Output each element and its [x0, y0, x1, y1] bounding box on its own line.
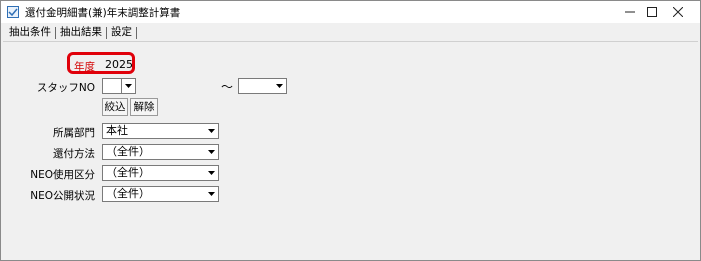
neo-usage-label: NEO使用区分 — [30, 169, 95, 181]
department-value: 本社 — [106, 124, 128, 137]
neo-public-label: NEO公開状況 — [30, 190, 95, 202]
tab-divider — [136, 26, 137, 39]
payment-method-label: 還付方法 — [53, 148, 95, 160]
document-app-icon — [7, 6, 19, 18]
chevron-down-icon[interactable] — [205, 146, 217, 158]
neo-usage-value: （全件） — [106, 166, 150, 179]
staff-no-to-combo[interactable] — [238, 78, 287, 94]
payment-method-value: （全件） — [106, 145, 150, 158]
chevron-down-icon[interactable] — [205, 167, 217, 179]
title-bar: 還付金明細書(兼)年末調整計算書 — [1, 1, 700, 23]
range-separator: ～ — [221, 80, 234, 94]
clear-button[interactable]: 解除 — [130, 98, 158, 116]
close-icon — [673, 7, 683, 17]
chevron-down-icon[interactable] — [273, 80, 285, 92]
neo-public-select[interactable]: （全件） — [102, 186, 219, 202]
chevron-down-icon[interactable] — [205, 125, 217, 137]
staff-no-label: スタッフNO — [36, 82, 95, 94]
department-select[interactable]: 本社 — [102, 123, 219, 139]
tab-bar: 抽出条件 抽出結果 設定 — [5, 24, 137, 41]
tab-extract-results[interactable]: 抽出結果 — [56, 25, 106, 40]
neo-usage-select[interactable]: （全件） — [102, 165, 219, 181]
close-button[interactable] — [656, 1, 700, 23]
chevron-down-icon[interactable] — [205, 188, 217, 200]
neo-public-value: （全件） — [106, 187, 150, 200]
year-label: 年度 — [74, 61, 95, 73]
chevron-down-icon[interactable] — [122, 80, 134, 92]
tab-extract-conditions[interactable]: 抽出条件 — [5, 25, 55, 40]
year-field[interactable]: 2025 — [102, 57, 133, 73]
filter-button[interactable]: 絞込 — [102, 98, 128, 116]
staff-no-from-combo[interactable] — [102, 78, 136, 94]
department-label: 所属部門 — [53, 127, 95, 139]
app-window: 還付金明細書(兼)年末調整計算書 抽出条件 抽出結果 設定 年度 2025 スタ… — [0, 0, 701, 261]
payment-method-select[interactable]: （全件） — [102, 144, 219, 160]
window-title: 還付金明細書(兼)年末調整計算書 — [25, 7, 181, 19]
tab-settings[interactable]: 設定 — [107, 25, 136, 40]
